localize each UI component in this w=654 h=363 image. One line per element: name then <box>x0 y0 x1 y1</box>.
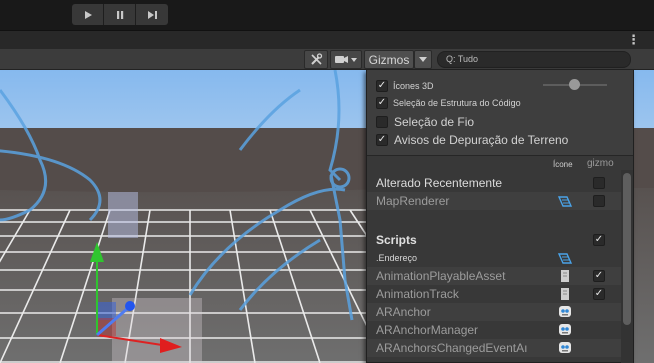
script-icon[interactable] <box>556 250 574 266</box>
section-title: Scripts <box>376 233 417 247</box>
scrollbar-thumb[interactable] <box>623 173 631 325</box>
camera-button[interactable] <box>330 50 362 69</box>
scene-toolbar: Gizmos Q: Tudo <box>0 49 654 70</box>
section-title: Alterado Recentemente <box>376 176 503 190</box>
robot-icon[interactable] <box>556 322 574 338</box>
panel-scrollbar[interactable] <box>621 170 633 363</box>
option-selection-outline[interactable]: ✓ Seleção de Estrutura do Código <box>376 97 521 109</box>
checkbox[interactable]: ✓ <box>593 270 605 282</box>
pause-icon <box>116 10 123 19</box>
step-button[interactable] <box>136 4 168 25</box>
robot-icon[interactable] <box>556 304 574 320</box>
checkbox[interactable] <box>593 195 605 207</box>
checkbox[interactable]: ✓ <box>593 288 605 300</box>
checkbox[interactable] <box>376 116 388 128</box>
item-label: AnimationTrack <box>376 287 459 301</box>
item-label: ARAnchorManager <box>376 323 479 337</box>
option-label: Avisos de Depuração de Terreno <box>394 133 569 147</box>
more-options-icon[interactable]: ⋮ <box>627 33 640 46</box>
option-label: Ícones 3D <box>393 81 434 91</box>
item-label: MapRenderer <box>376 194 450 208</box>
playback-controls <box>72 4 168 25</box>
item-label: ARAnchorsChangedEventAı <box>376 341 528 355</box>
camera-icon <box>335 56 357 63</box>
list-item[interactable]: MapRenderer <box>367 192 621 210</box>
icon-size-slider-knob[interactable] <box>568 79 580 90</box>
main-toolbar <box>0 0 654 30</box>
item-label: .Endereço <box>376 253 418 263</box>
list-item[interactable]: ARAnchorsChangedEventAı <box>367 339 621 357</box>
gizmos-button[interactable]: Gizmos <box>364 50 414 69</box>
list-item[interactable]: .Endereço <box>367 249 621 267</box>
play-button[interactable] <box>72 4 104 25</box>
item-label: AnimationPlayableAsset <box>376 269 506 283</box>
column-header-icon: Ícone <box>553 160 573 169</box>
pause-button[interactable] <box>104 4 136 25</box>
checkbox[interactable]: ✓ <box>376 97 388 109</box>
asset-icon[interactable] <box>556 268 574 284</box>
asset-icon[interactable] <box>556 286 574 302</box>
column-header-gizmo: gizmo <box>587 158 614 169</box>
chevron-down-icon <box>419 56 427 62</box>
checkbox[interactable]: ✓ <box>376 80 388 92</box>
robot-icon[interactable] <box>556 340 574 356</box>
option-label: Seleção de Fio <box>394 115 475 129</box>
checkbox[interactable]: ✓ <box>376 134 388 146</box>
item-label: ARAnchor <box>376 305 431 319</box>
checkbox[interactable]: ✓ <box>593 234 605 246</box>
recent-section-header: Alterado Recentemente <box>367 174 621 192</box>
checkbox[interactable] <box>593 177 605 189</box>
search-input[interactable]: Q: Tudo <box>437 51 631 68</box>
tab-bar: ⋮ <box>0 30 654 49</box>
scripts-section-header: Scripts ✓ <box>367 231 621 249</box>
gizmos-panel: ✓ Ícones 3D ✓ Seleção de Estrutura do Có… <box>366 70 634 363</box>
play-icon <box>84 10 92 19</box>
tools-button[interactable] <box>304 50 328 69</box>
option-terrain-debug[interactable]: ✓ Avisos de Depuração de Terreno <box>376 133 568 147</box>
list-item[interactable]: ARAnchorManager <box>367 321 621 339</box>
list-item[interactable]: AnimationTrack ✓ <box>367 285 621 303</box>
option-label: Seleção de Estrutura do Código <box>393 98 521 108</box>
option-selection-wire[interactable]: Seleção de Fio <box>376 115 474 129</box>
list-item[interactable]: AnimationPlayableAsset ✓ <box>367 267 621 285</box>
step-icon <box>147 10 157 19</box>
gizmos-dropdown-button[interactable] <box>414 50 432 69</box>
script-icon[interactable] <box>556 193 574 209</box>
list-item[interactable]: ARAnchor <box>367 303 621 321</box>
option-3d-icons[interactable]: ✓ Ícones 3D <box>376 80 434 92</box>
tools-icon <box>310 53 322 65</box>
gizmo-options-section: ✓ Ícones 3D ✓ Seleção de Estrutura do Có… <box>367 70 633 156</box>
